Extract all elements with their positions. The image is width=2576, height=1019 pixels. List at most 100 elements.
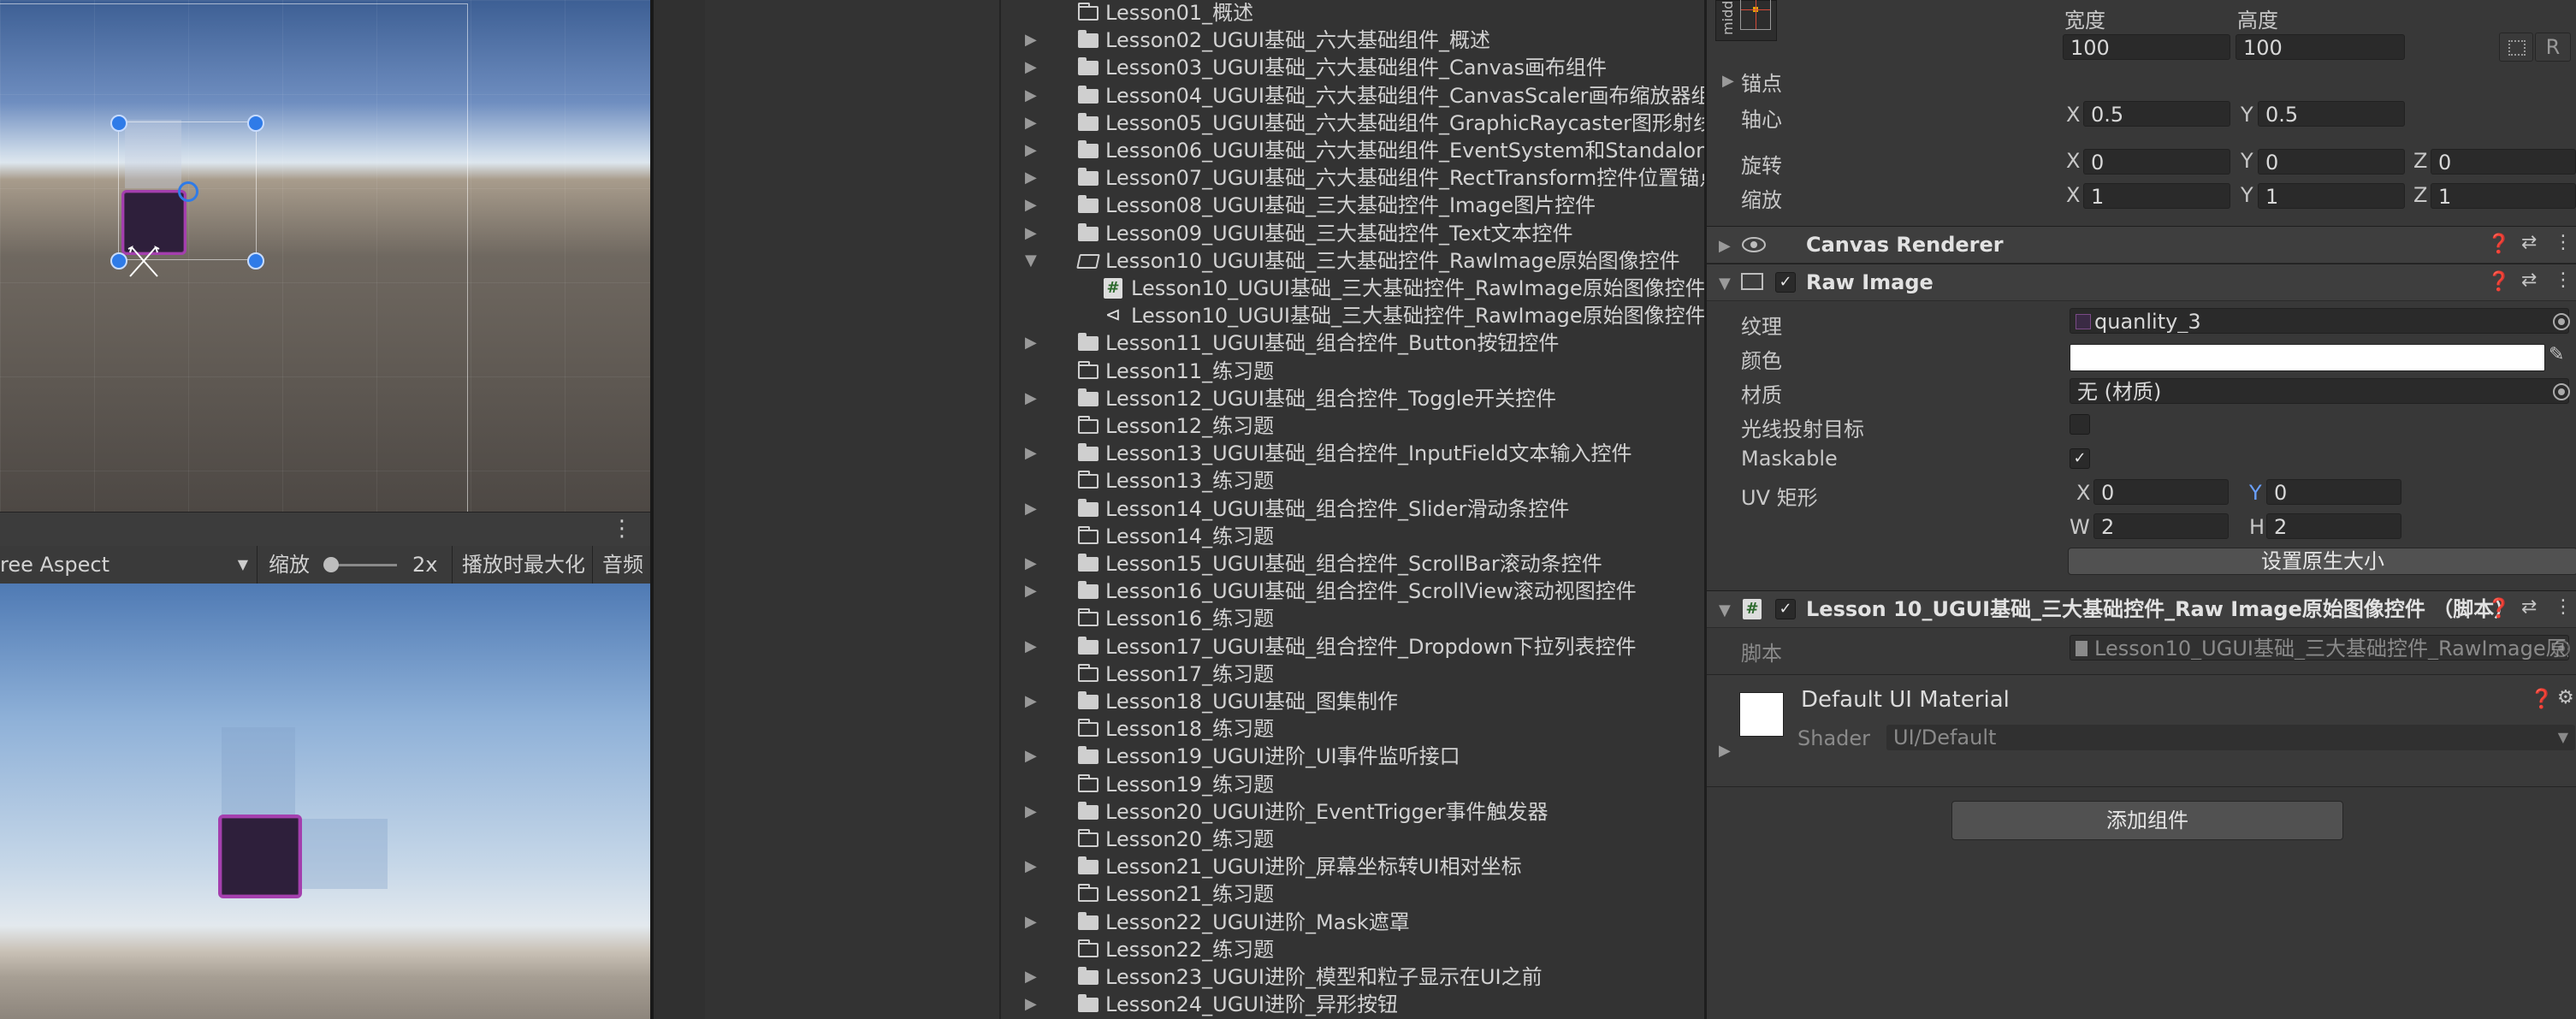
- rect-handle-br[interactable]: [247, 252, 264, 270]
- preset-icon[interactable]: ⇄: [2521, 270, 2537, 291]
- project-item-folder[interactable]: ▼ Lesson10_UGUI基础_三大基础控件_RawImage原始图像控件: [1001, 247, 1704, 275]
- help-icon[interactable]: ❓: [2487, 598, 2510, 619]
- rotation-x-field[interactable]: 0: [2083, 149, 2230, 175]
- project-tree[interactable]: Lesson01_概述 ▶ Lesson02_UGUI基础_六大基础组件_概述 ▶ Le…: [1001, 0, 1704, 1019]
- project-item-folder[interactable]: ▶ Lesson14_UGUI基础_组合控件_Slider滑动条控件: [1001, 495, 1704, 523]
- project-item-folder[interactable]: Lesson12_练习题: [1001, 412, 1704, 440]
- project-item-folder[interactable]: ▶ Lesson06_UGUI基础_六大基础组件_EventSystem和Stan…: [1001, 137, 1704, 164]
- rotation-z-field[interactable]: 0: [2431, 149, 2576, 175]
- project-item-folder[interactable]: Lesson18_练习题: [1001, 715, 1704, 743]
- project-item-folder[interactable]: ▶ Lesson21_UGUI进阶_屏幕坐标转UI相对坐标: [1001, 853, 1704, 880]
- add-component-button[interactable]: 添加组件: [1951, 801, 2343, 840]
- collapsed-arrow-icon[interactable]: ▶: [1025, 963, 1037, 991]
- set-native-size-button[interactable]: 设置原生大小: [2068, 548, 2576, 575]
- material-foldout-icon[interactable]: ▶: [1719, 742, 1731, 760]
- collapsed-arrow-icon[interactable]: ▶: [1025, 27, 1037, 54]
- collapsed-arrow-icon[interactable]: ▶: [1025, 192, 1037, 219]
- mute-audio-toggle[interactable]: 音频: [594, 546, 650, 584]
- project-item-folder[interactable]: ▶ Lesson23_UGUI进阶_模型和粒子显示在UI之前: [1001, 963, 1704, 991]
- canvas-renderer-header[interactable]: ▶ Canvas Renderer ❓ ⇄ ⋮: [1707, 226, 2576, 264]
- project-item-shader[interactable]: ⊲ Lesson10_UGUI基础_三大基础控件_RawImage原始图像控件: [1001, 302, 1704, 329]
- project-item-folder[interactable]: ▶ Lesson16_UGUI基础_组合控件_ScrollView滚动视图控件: [1001, 578, 1704, 605]
- project-item-folder[interactable]: ▶ Lesson11_UGUI基础_组合控件_Button按钮控件: [1001, 329, 1704, 357]
- project-item-folder[interactable]: ▶ Lesson22_UGUI进阶_Mask遮罩: [1001, 909, 1704, 936]
- project-item-folder[interactable]: ▶ Lesson04_UGUI基础_六大基础组件_CanvasScaler画布缩放…: [1001, 82, 1704, 110]
- project-item-folder[interactable]: ▶ Lesson12_UGUI基础_组合控件_Toggle开关控件: [1001, 385, 1704, 412]
- preset-icon[interactable]: ⇄: [2521, 232, 2537, 253]
- rect-handle-tl[interactable]: [110, 115, 127, 132]
- collapsed-arrow-icon[interactable]: ▶: [1025, 743, 1037, 770]
- project-item-folder[interactable]: ▶ Lesson07_UGUI基础_六大基础组件_RectTransform控件位…: [1001, 164, 1704, 192]
- collapsed-arrow-icon[interactable]: ▶: [1025, 578, 1037, 605]
- scene-view[interactable]: [0, 0, 650, 512]
- preset-icon[interactable]: ⇄: [2521, 596, 2537, 618]
- project-item-folder[interactable]: Lesson22_练习题: [1001, 936, 1704, 963]
- collapsed-arrow-icon[interactable]: ▶: [1025, 991, 1037, 1018]
- project-item-folder[interactable]: Lesson21_练习题: [1001, 880, 1704, 908]
- collapsed-arrow-icon[interactable]: ▶: [1025, 495, 1037, 523]
- help-icon[interactable]: ❓: [2487, 271, 2510, 293]
- texture-field[interactable]: quanlity_3: [2070, 308, 2569, 334]
- rect-handle-tr[interactable]: [247, 115, 264, 132]
- raw-edit-button[interactable]: R: [2535, 33, 2571, 62]
- anchors-foldout-icon[interactable]: ▶: [1722, 72, 1734, 90]
- color-swatch[interactable]: [2070, 344, 2545, 371]
- scale-slider-group[interactable]: 缩放 2x: [258, 546, 453, 584]
- project-item-folder[interactable]: ▶ Lesson19_UGUI进阶_UI事件监听接口: [1001, 743, 1704, 770]
- project-item-folder[interactable]: Lesson01_概述: [1001, 0, 1704, 27]
- collapsed-arrow-icon[interactable]: ▶: [1025, 137, 1037, 164]
- uv-x-field[interactable]: 0: [2093, 479, 2229, 505]
- project-item-folder[interactable]: ▶ Lesson13_UGUI基础_组合控件_InputField文本输入控件: [1001, 440, 1704, 467]
- uv-w-field[interactable]: 2: [2093, 513, 2229, 539]
- project-item-folder[interactable]: ▶ Lesson17_UGUI基础_组合控件_Dropdown下拉列表控件: [1001, 633, 1704, 661]
- rotation-y-field[interactable]: 0: [2258, 149, 2405, 175]
- more-vertical-icon[interactable]: ⋮: [2554, 232, 2573, 253]
- material-field[interactable]: 无 (材质): [2070, 378, 2569, 404]
- project-item-folder[interactable]: ▶ Lesson03_UGUI基础_六大基础组件_Canvas画布组件: [1001, 54, 1704, 81]
- collapsed-arrow-icon[interactable]: ▶: [1025, 82, 1037, 110]
- maskable-checkbox[interactable]: ✓: [2070, 448, 2090, 469]
- collapsed-arrow-icon[interactable]: ▶: [1025, 164, 1037, 192]
- collapsed-arrow-icon[interactable]: ▶: [1025, 385, 1037, 412]
- anchor-preset-button[interactable]: midd: [1715, 0, 1777, 41]
- collapsed-arrow-icon[interactable]: ▶: [1025, 633, 1037, 661]
- foldout-open-icon[interactable]: ▼: [1719, 275, 1731, 293]
- help-icon[interactable]: ❓: [2487, 234, 2510, 255]
- collapsed-arrow-icon[interactable]: ▶: [1025, 853, 1037, 880]
- aspect-dropdown[interactable]: ree Aspect ▼: [0, 546, 258, 584]
- raw-image-header[interactable]: ▼ ✓ Raw Image ❓ ⇄ ⋮: [1707, 264, 2576, 301]
- maximize-on-play-toggle[interactable]: 播放时最大化: [453, 546, 593, 584]
- blueprint-mode-button[interactable]: [2499, 33, 2533, 62]
- anchors-label[interactable]: 锚点: [1741, 67, 1782, 97]
- project-item-script[interactable]: # Lesson10_UGUI基础_三大基础控件_RawImage原始图像控件: [1001, 275, 1704, 302]
- script-enabled-checkbox[interactable]: ✓: [1775, 599, 1796, 619]
- collapsed-arrow-icon[interactable]: ▶: [1025, 220, 1037, 247]
- object-picker-icon[interactable]: [2553, 313, 2570, 330]
- project-item-folder[interactable]: ▶ Lesson09_UGUI基础_三大基础控件_Text文本控件: [1001, 220, 1704, 247]
- foldout-open-icon[interactable]: ▼: [1719, 601, 1731, 619]
- gear-icon[interactable]: ⚙: [2557, 687, 2574, 708]
- project-item-folder[interactable]: ▶ Lesson20_UGUI进阶_EventTrigger事件触发器: [1001, 798, 1704, 826]
- scale-x-field[interactable]: 1: [2083, 183, 2230, 209]
- pivot-y-field[interactable]: 0.5: [2258, 101, 2405, 127]
- collapsed-arrow-icon[interactable]: ▶: [1025, 798, 1037, 826]
- project-item-folder[interactable]: Lesson13_练习题: [1001, 467, 1704, 495]
- uv-h-field[interactable]: 2: [2266, 513, 2401, 539]
- project-item-folder[interactable]: Lesson20_练习题: [1001, 826, 1704, 853]
- raycast-target-checkbox[interactable]: [2070, 414, 2090, 435]
- collapsed-arrow-icon[interactable]: ▶: [1025, 550, 1037, 578]
- project-item-folder[interactable]: ▶ Lesson24_UGUI进阶_异形按钮: [1001, 991, 1704, 1018]
- pivot-handle[interactable]: [178, 181, 198, 202]
- collapsed-arrow-icon[interactable]: ▶: [1025, 110, 1037, 137]
- height-field[interactable]: 100: [2235, 34, 2405, 60]
- expanded-arrow-icon[interactable]: ▼: [1025, 247, 1037, 275]
- more-vertical-icon[interactable]: ⋮: [611, 516, 633, 542]
- eyedropper-icon[interactable]: ✎: [2549, 344, 2564, 365]
- more-vertical-icon[interactable]: ⋮: [2554, 270, 2573, 291]
- collapsed-arrow-icon[interactable]: ▶: [1025, 54, 1037, 81]
- project-item-folder[interactable]: Lesson19_练习题: [1001, 771, 1704, 798]
- help-icon[interactable]: ❓: [2530, 689, 2553, 710]
- collapsed-arrow-icon[interactable]: ▶: [1025, 440, 1037, 467]
- uv-y-field[interactable]: 0: [2266, 479, 2401, 505]
- project-item-folder[interactable]: ▶ Lesson18_UGUI基础_图集制作: [1001, 688, 1704, 715]
